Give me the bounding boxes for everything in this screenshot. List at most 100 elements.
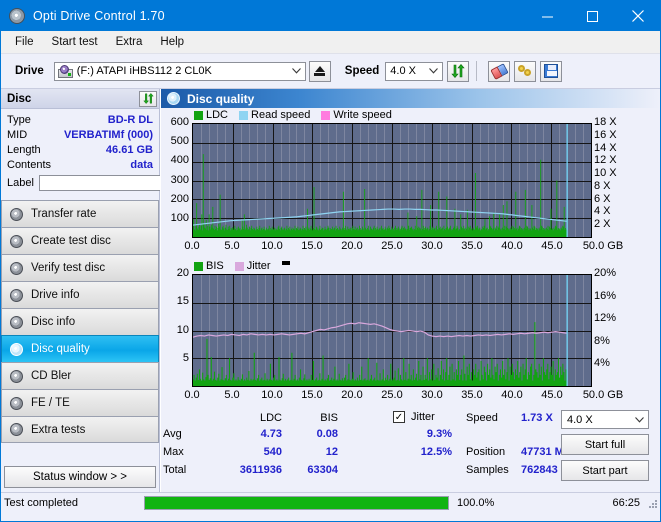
bis-total-value: 63304 xyxy=(274,464,338,476)
sidebar-item-fe-te[interactable]: FE / TE xyxy=(1,389,159,416)
y2-tick-label: 4 X xyxy=(594,205,611,217)
sidebar-item-label: Disc quality xyxy=(31,343,90,355)
disc-refresh-button[interactable] xyxy=(139,91,157,107)
y2-tick-label: 8% xyxy=(594,335,610,347)
menu-item-start-test[interactable]: Start test xyxy=(43,34,107,50)
y-tick-label: 200 xyxy=(161,193,189,205)
disc-info: Type BD-R DL MID VERBATIMf (000) Length … xyxy=(1,109,159,194)
y2-tick-label: 14 X xyxy=(594,142,617,154)
y-tick-label: 600 xyxy=(161,116,189,128)
sidebar-item-disc-info[interactable]: Disc info xyxy=(1,308,159,335)
tools-icon xyxy=(518,64,533,78)
y2-tick-label: 6 X xyxy=(594,193,611,205)
title-bar: Opti Drive Control 1.70 xyxy=(1,1,660,31)
disc-info-row-length: Length 46.61 GB xyxy=(7,142,153,157)
menu-item-file[interactable]: File xyxy=(6,34,43,50)
resize-grip-icon[interactable] xyxy=(647,498,657,508)
sidebar-item-extra-tests[interactable]: Extra tests xyxy=(1,416,159,443)
sidebar-item-label: Transfer rate xyxy=(31,208,96,220)
test-speed-select[interactable]: 4.0 X xyxy=(561,410,649,429)
ldc-max-value: 540 xyxy=(216,446,282,458)
legend-label: Read speed xyxy=(251,109,310,121)
x-tick-label: 20.0 xyxy=(338,240,366,252)
toolbar-divider xyxy=(476,61,477,81)
legend-swatch xyxy=(239,111,248,120)
y2-tick-label: 8 X xyxy=(594,180,611,192)
x-tick-label: 45.0 xyxy=(538,240,566,252)
minimize-icon[interactable] xyxy=(525,1,570,31)
bis-max-value: 12 xyxy=(286,446,338,458)
menu-bar: File Start test Extra Help xyxy=(1,31,660,54)
erase-button[interactable] xyxy=(488,61,510,82)
x-tick-label: 0.0 xyxy=(178,389,206,401)
legend-swatch xyxy=(235,262,244,271)
drive-select[interactable]: (F:) ATAPI iHBS112 2 CL0K xyxy=(54,62,306,81)
maximize-icon[interactable] xyxy=(570,1,615,31)
drive-select-value: (F:) ATAPI iHBS112 2 CL0K xyxy=(77,65,212,77)
disc-icon xyxy=(10,316,24,329)
x-tick-label: 25.0 xyxy=(378,389,406,401)
sidebar-spacer xyxy=(1,443,159,463)
y-tick-label: 5 xyxy=(161,352,189,364)
x-tick-label: 30.0 xyxy=(418,389,446,401)
sidebar-item-drive-info[interactable]: Drive info xyxy=(1,281,159,308)
sidebar-item-label: Extra tests xyxy=(31,424,85,436)
menu-item-extra[interactable]: Extra xyxy=(107,34,152,50)
sidebar-item-disc-quality[interactable]: Disc quality xyxy=(1,335,159,362)
tools-button[interactable] xyxy=(514,61,536,82)
y2-tick-label: 2 X xyxy=(594,218,611,230)
stats-row-label-max: Max xyxy=(163,446,184,458)
sidebar-item-transfer-rate[interactable]: Transfer rate xyxy=(1,200,159,227)
eject-button[interactable] xyxy=(309,61,331,82)
x-tick-label: 25.0 xyxy=(378,240,406,252)
progress-bar-fill xyxy=(145,497,448,509)
speed-select-value: 4.0 X xyxy=(390,65,416,77)
start-part-button[interactable]: Start part xyxy=(561,460,649,481)
status-bar: Test completed 100.0% 66:25 xyxy=(1,492,660,513)
jitter-avg-value: 9.3% xyxy=(376,428,452,440)
sidebar-item-create-test-disc[interactable]: Create test disc xyxy=(1,227,159,254)
refresh-button[interactable] xyxy=(447,61,469,82)
x-tick-label: 35.0 xyxy=(458,240,486,252)
sidebar-item-cd-bler[interactable]: CD Bler xyxy=(1,362,159,389)
x-tick-label: 5.0 xyxy=(218,240,246,252)
status-window-button[interactable]: Status window > > xyxy=(4,466,156,488)
page-title: Disc quality xyxy=(187,92,254,106)
main-area: Disc Type BD-R DL MID VERBATIMf (000) xyxy=(1,89,660,492)
sidebar-item-label: Disc info xyxy=(31,316,75,328)
sidebar-item-verify-test-disc[interactable]: Verify test disc xyxy=(1,254,159,281)
y-tick-label: 300 xyxy=(161,174,189,186)
y-tick-label: 500 xyxy=(161,135,189,147)
sidebar-item-label: FE / TE xyxy=(31,397,70,409)
y2-tick-label: 16% xyxy=(594,290,616,302)
legend-label: Jitter xyxy=(247,260,271,272)
jitter-checkbox[interactable]: ✓ xyxy=(393,411,405,423)
close-icon[interactable] xyxy=(615,1,660,31)
menu-item-help[interactable]: Help xyxy=(151,34,193,50)
y2-tick-label: 10 X xyxy=(594,167,617,179)
legend-marker-icon xyxy=(282,261,290,265)
disc-quality-icon xyxy=(167,92,180,105)
legend-label: LDC xyxy=(206,109,228,121)
disc-mid-label: MID xyxy=(7,129,27,141)
bis-jitter-chart: BIS Jitter 5101520 4%8%12%16%20% 0.05.01… xyxy=(161,260,660,410)
start-full-button[interactable]: Start full xyxy=(561,434,649,455)
app-disc-icon xyxy=(9,8,25,24)
jitter-checkbox-group[interactable]: ✓ Jitter xyxy=(393,411,435,423)
speed-select[interactable]: 4.0 X xyxy=(385,62,443,81)
y-tick-label: 20 xyxy=(161,267,189,279)
x-tick-label: 15.0 xyxy=(298,389,326,401)
x-tick-label: 45.0 xyxy=(538,389,566,401)
disc-icon xyxy=(10,289,24,302)
x-tick-label: 50.0 GB xyxy=(578,389,628,401)
stats-row-label-total: Total xyxy=(163,464,186,476)
sidebar: Disc Type BD-R DL MID VERBATIMf (000) xyxy=(1,89,160,492)
drive-icon xyxy=(58,65,73,78)
disc-icon xyxy=(10,370,24,383)
save-button[interactable] xyxy=(540,61,562,82)
legend-item-jitter: Jitter xyxy=(235,260,271,272)
content-panel: Disc quality LDC Read speed Write speed xyxy=(160,89,660,492)
legend-swatch xyxy=(321,111,330,120)
ldc-chart: LDC Read speed Write speed 1002003004005… xyxy=(161,108,660,260)
x-tick-label: 30.0 xyxy=(418,240,446,252)
